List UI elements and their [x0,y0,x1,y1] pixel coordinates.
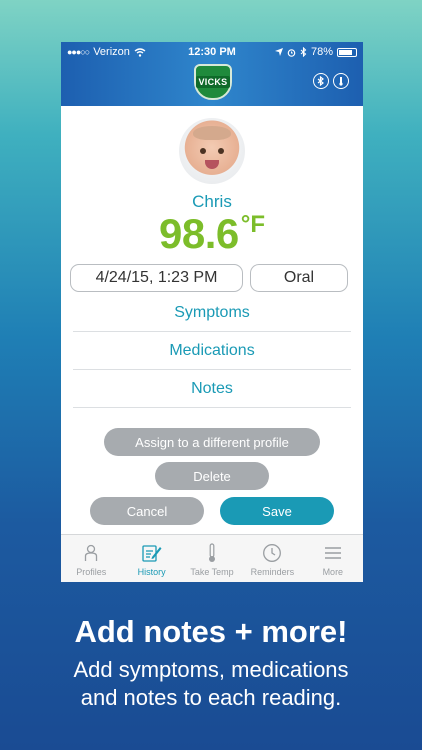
battery-icon [337,47,357,57]
promo-title: Add notes + more! [74,614,348,649]
symptoms-row[interactable]: Symptoms [73,294,351,332]
temperature-value: 98.6 [158,210,239,257]
assign-profile-button[interactable]: Assign to a different profile [104,428,320,456]
medications-row[interactable]: Medications [73,332,351,370]
menu-lines-icon [322,542,344,564]
tab-label: History [137,567,166,577]
promo-subtitle: Add symptoms, medications and notes to e… [0,656,422,712]
profile-avatar [179,118,245,184]
save-button[interactable]: Save [220,497,334,525]
clock-icon [261,542,283,564]
tab-more[interactable]: More [303,535,363,582]
tab-label: Take Temp [190,567,234,577]
notes-row[interactable]: Notes [73,370,351,408]
promo-subtitle-line1: Add symptoms, medications [73,657,349,682]
vicks-logo: VICKS [194,64,232,100]
notepad-edit-icon [141,542,163,564]
profile-name: Chris [192,192,232,211]
delete-button[interactable]: Delete [155,462,269,490]
temperature-unit: °F [240,211,265,238]
cancel-button[interactable]: Cancel [90,497,204,525]
reading-method-field[interactable]: Oral [250,264,348,292]
tab-reminders[interactable]: Reminders [242,535,302,582]
status-bar: ●●●○○ Verizon 12:30 PM 78% [61,42,363,62]
wifi-icon [134,47,146,57]
location-icon [274,48,283,56]
tab-label: Profiles [76,567,107,577]
person-icon [80,542,102,564]
carrier-label: Verizon [93,46,130,58]
tab-label: Reminders [250,567,295,577]
thermometer-icon [201,542,223,564]
tab-profiles[interactable]: Profiles [61,535,121,582]
reading-date-field[interactable]: 4/24/15, 1:23 PM [70,264,243,292]
tab-bar: Profiles History Take Temp Reminders Mor… [61,534,363,582]
signal-icon: ●●●○○ [67,47,90,57]
alarm-icon [287,48,296,57]
temperature-reading: 98.6°F [61,210,363,258]
tab-label: More [322,567,344,577]
bluetooth-status-icon [300,47,307,57]
battery-percent: 78% [310,46,333,58]
logo-text: VICKS [196,76,230,88]
thermometer-device-icon[interactable] [333,73,349,89]
tab-history[interactable]: History [121,535,181,582]
bluetooth-icon[interactable] [313,73,329,89]
promo-subtitle-line2: and notes to each reading. [80,685,342,710]
tab-take-temp[interactable]: Take Temp [182,535,242,582]
phone-screen: VICKS ●●●○○ Verizon 12:30 PM 78% Chris 9… [61,42,363,582]
